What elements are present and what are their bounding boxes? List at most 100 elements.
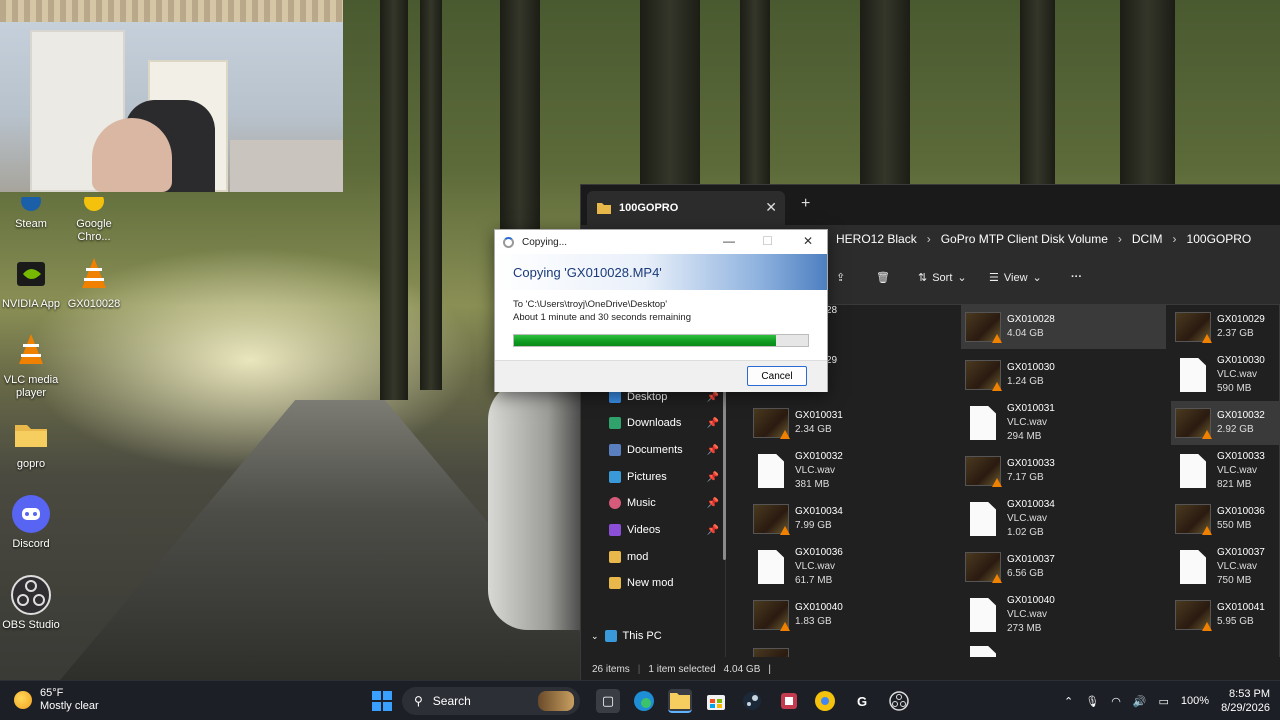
taskbar-search[interactable]: ⚲ Search <box>402 687 580 715</box>
file-item[interactable]: GX010033 VLC.wav 821 MB <box>1171 449 1280 493</box>
taskbar-app-g[interactable]: G <box>850 689 874 713</box>
view-button[interactable]: ☰ View ⌄ <box>989 271 1042 285</box>
file-item[interactable]: GX010034 7.99 GB <box>749 497 954 541</box>
cancel-button[interactable]: Cancel <box>747 366 807 386</box>
file-size: 821 MB <box>1217 479 1252 490</box>
file-name: GX010031 <box>795 410 843 421</box>
file-item[interactable]: GX010037 VLC.wav 750 MB <box>1171 545 1280 589</box>
taskbar-edge[interactable] <box>632 689 656 713</box>
file-meta: GX010031 2.34 GB <box>795 409 843 437</box>
nav-item-videos[interactable]: Videos 📌 <box>609 520 719 540</box>
microphone-icon[interactable]: 🎙 <box>1085 695 1099 708</box>
nav-item-mod[interactable]: mod <box>609 547 719 567</box>
search-highlight-icon <box>538 691 574 711</box>
sort-button[interactable]: ⇅ Sort ⌄ <box>918 271 967 285</box>
file-item[interactable]: GX010032 VLC.wav 381 MB <box>749 449 954 493</box>
nav-item-documents[interactable]: Documents 📌 <box>609 440 719 460</box>
file-item[interactable]: GX010040 VLC.wav 273 MB <box>961 593 1166 637</box>
busy-spinner-icon <box>503 236 514 248</box>
battery-percent: 100% <box>1180 695 1210 707</box>
desktop-icon-vlc[interactable]: VLC media player <box>0 330 62 400</box>
close-tab-icon[interactable]: ✕ <box>765 199 777 216</box>
file-item[interactable]: GX010028 4.04 GB <box>961 305 1166 349</box>
file-name: GX010029 <box>1217 314 1265 325</box>
document-icon <box>970 406 996 440</box>
more-options-button[interactable]: ··· <box>1071 271 1082 283</box>
file-name: GX010034 <box>795 506 843 517</box>
nav-label: New mod <box>627 577 674 589</box>
chevron-up-icon[interactable]: ⌃ <box>1064 695 1073 708</box>
breadcrumb-dcim[interactable]: DCIM <box>1132 232 1163 246</box>
desktop-icon-gopro-folder[interactable]: gopro <box>0 414 62 471</box>
close-button[interactable]: ✕ <box>803 234 813 248</box>
desktop-icon-steam[interactable]: Steam <box>0 196 62 231</box>
pin-icon: 📌 <box>706 444 719 456</box>
file-size: 381 MB <box>795 479 830 490</box>
file-name: GX010040 <box>1007 595 1055 606</box>
sort-icon: ⇅ <box>918 272 928 284</box>
file-item[interactable]: GX010032 2.92 GB <box>1171 401 1280 445</box>
file-meta: GX010034 7.99 GB <box>795 505 843 533</box>
weather-desc: Mostly clear <box>40 700 99 712</box>
file-detail: VLC.wav <box>1217 465 1258 476</box>
tab-100gopro[interactable]: 100GOPRO ✕ <box>587 191 785 225</box>
dialog-header: Copying 'GX010028.MP4' <box>495 254 827 290</box>
file-item[interactable]: GX010034 VLC.wav 1.02 GB <box>961 497 1166 541</box>
view-label: View <box>1003 271 1028 284</box>
file-item[interactable]: GX010036 550 MB <box>1171 497 1280 541</box>
file-item[interactable]: GX010033 7.17 GB <box>961 449 1166 493</box>
file-item[interactable]: GX010040 1.83 GB <box>749 593 954 637</box>
wifi-icon[interactable]: ◠ <box>1111 695 1121 708</box>
file-item[interactable]: GX010029 2.37 GB <box>1171 305 1280 349</box>
taskbar-chrome[interactable] <box>813 689 837 713</box>
start-button[interactable] <box>370 689 394 713</box>
volume-icon[interactable]: 🔊 <box>1133 695 1147 708</box>
task-view-button[interactable]: ▢ <box>596 689 620 713</box>
taskbar-app-red[interactable] <box>777 689 801 713</box>
steam-icon <box>743 692 761 710</box>
breadcrumb-disk-volume[interactable]: GoPro MTP Client Disk Volume <box>941 232 1108 246</box>
file-item[interactable]: GX010036 VLC.wav 61.7 MB <box>749 545 954 589</box>
taskbar-steam[interactable] <box>740 689 764 713</box>
file-name: GX010028 <box>1007 314 1055 325</box>
share-button[interactable]: ⇪ <box>836 271 845 284</box>
weather-widget[interactable]: 65°F Mostly clear <box>14 687 99 713</box>
folder-icon <box>11 414 51 454</box>
battery-icon[interactable]: ▭ <box>1159 695 1169 708</box>
music-icon <box>609 497 621 509</box>
nav-label: Videos <box>627 524 661 536</box>
document-icon <box>970 502 996 536</box>
nav-item-new-mod[interactable]: New mod <box>609 573 719 593</box>
file-item[interactable]: GX010037 6.56 GB <box>961 545 1166 589</box>
time-remaining: About 1 minute and 30 seconds remaining <box>513 312 691 323</box>
desktop-icon-nvidia[interactable]: NVIDIA App <box>0 254 62 311</box>
minimize-button[interactable]: — <box>723 234 735 248</box>
nav-item-music[interactable]: Music 📌 <box>609 493 719 513</box>
nav-item-pictures[interactable]: Pictures 📌 <box>609 467 719 487</box>
pictures-icon <box>609 471 621 483</box>
taskbar-obs[interactable] <box>887 689 911 713</box>
file-name: GX010041 <box>1217 602 1265 613</box>
tab-title: 100GOPRO <box>619 202 679 214</box>
taskbar-store[interactable] <box>704 689 728 713</box>
file-item[interactable]: GX010031 2.34 GB <box>749 401 954 445</box>
desktop-icon-obs[interactable]: OBS Studio <box>0 575 62 632</box>
file-item[interactable]: GX010030 VLC.wav 590 MB <box>1171 353 1280 397</box>
file-item[interactable]: GX010031 VLC.wav 294 MB <box>961 401 1166 445</box>
file-item[interactable]: GX010030 1.24 GB <box>961 353 1166 397</box>
new-tab-button[interactable]: + <box>801 195 810 213</box>
delete-button[interactable]: 🗑 <box>876 271 890 284</box>
file-item[interactable]: GX010041 5.95 GB <box>1171 593 1280 637</box>
desktop-icon-gx010028[interactable]: GX010028 <box>63 254 125 311</box>
desktop-icon-chrome[interactable]: Google Chro... <box>63 196 125 244</box>
breadcrumb-100gopro[interactable]: 100GOPRO <box>1187 232 1252 246</box>
nav-item-this-pc[interactable]: ⌄ This PC <box>591 626 701 646</box>
taskbar-file-explorer[interactable] <box>668 689 692 713</box>
folder-icon <box>597 203 611 214</box>
maximize-button: ☐ <box>762 234 773 248</box>
nav-label: Music <box>627 497 656 509</box>
clock[interactable]: 8:53 PM 8/29/2026 <box>1221 687 1270 715</box>
desktop-icon-discord[interactable]: Discord <box>0 494 62 551</box>
breadcrumb-hero12[interactable]: HERO12 Black <box>836 232 917 246</box>
nav-item-downloads[interactable]: Downloads 📌 <box>609 413 719 433</box>
